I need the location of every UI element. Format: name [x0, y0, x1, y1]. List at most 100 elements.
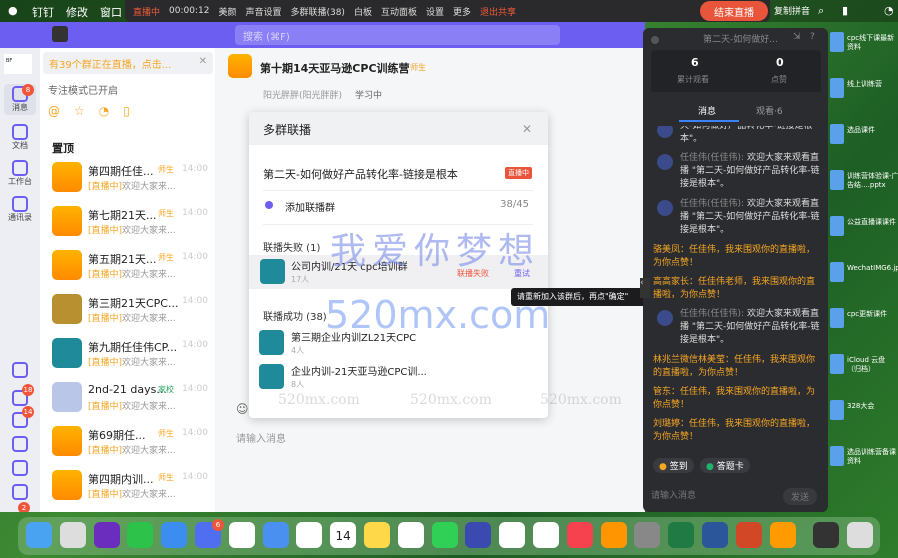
collapse-icon[interactable]: ⇲ — [793, 32, 801, 42]
toolbar-settings[interactable]: 设置 — [426, 5, 444, 18]
close-icon[interactable]: ✕ — [199, 56, 207, 67]
settings-icon[interactable] — [634, 522, 661, 548]
trash-icon[interactable] — [847, 522, 874, 548]
video-icon[interactable] — [769, 522, 796, 548]
conversation-item[interactable]: 第七期21天... 师生 14:00 [直播中]欢迎大家来... — [50, 204, 210, 248]
excel-icon[interactable] — [668, 522, 695, 548]
ding-icon[interactable]: 14 — [4, 406, 36, 428]
folder-icon[interactable] — [830, 32, 844, 52]
desktop-item[interactable]: 公益直播课课件 — [847, 218, 898, 227]
toolbar-interact[interactable]: 互动面板 — [381, 5, 417, 18]
desktop-item[interactable]: WechatIMG6.jpeg — [847, 264, 898, 273]
help-icon[interactable]: ? — [810, 32, 815, 42]
desktop-item[interactable]: 328大会 — [847, 402, 898, 411]
dingtalk-icon[interactable]: 6 — [195, 519, 224, 548]
finder-icon[interactable] — [26, 522, 52, 548]
safari-icon[interactable] — [161, 522, 188, 548]
folder-icon[interactable] — [830, 124, 844, 144]
toolbar-beauty[interactable]: 美颜 — [218, 5, 236, 18]
desktop-item[interactable]: iCloud 云盘（归档） — [847, 356, 898, 374]
toolbar-more[interactable]: 更多 — [453, 5, 471, 18]
checkin-button[interactable]: ● 签到 — [653, 458, 694, 473]
desktop-item[interactable]: 选品课件 — [847, 126, 898, 135]
toolbar-audio[interactable]: 声音设置 — [245, 5, 281, 18]
collapse-panel-handle[interactable]: ‹ — [640, 278, 650, 298]
filter-icons[interactable]: @☆◔▯ — [48, 104, 144, 118]
end-live-button[interactable]: 结束直播 — [700, 1, 768, 21]
folder-icon[interactable] — [830, 78, 844, 98]
conversation-item[interactable]: 第五期21天... 师生 14:00 [直播中]欢迎大家来... — [50, 248, 210, 292]
more-icon[interactable]: …2 — [4, 502, 36, 512]
close-icon[interactable]: ✕ — [522, 122, 532, 136]
desktop-item[interactable]: cpc更新课件 — [847, 310, 898, 319]
panel-message-input[interactable]: 请输入消息 — [651, 488, 696, 501]
numbers-icon[interactable] — [533, 522, 559, 548]
phone-icon[interactable] — [4, 460, 36, 476]
window-dot[interactable] — [651, 36, 659, 44]
conversation-item[interactable]: 第三期21天CPC... 14:00 [直播中]欢迎大家来... — [50, 292, 210, 336]
folder-icon[interactable] — [830, 262, 844, 282]
preview-icon[interactable] — [813, 522, 840, 548]
folder-icon[interactable] — [830, 216, 844, 236]
cloud-icon[interactable] — [465, 522, 492, 548]
search-icon[interactable]: ⌕ — [818, 4, 824, 18]
send-button[interactable]: 发送 — [783, 488, 818, 505]
conversation-item[interactable]: 第69期任... 师生 14:00 [直播中]欢迎大家来... — [50, 424, 210, 468]
notes-icon[interactable] — [364, 522, 390, 548]
quicktime-icon[interactable] — [397, 522, 424, 548]
folder-icon[interactable] — [830, 308, 844, 328]
launchpad-icon[interactable] — [59, 522, 86, 548]
emoji-icon[interactable]: ☺ — [236, 402, 249, 416]
books-icon[interactable] — [600, 522, 627, 548]
calendar-icon[interactable] — [4, 362, 36, 378]
message-input[interactable]: 请输入消息 — [236, 430, 286, 445]
folder-icon[interactable] — [830, 400, 844, 420]
control-center-icon[interactable]: ◔ — [884, 4, 894, 17]
battery-icon[interactable]: ▮ — [842, 4, 848, 17]
search-input[interactable]: 搜索 (⌘F) — [235, 25, 560, 45]
mail-icon[interactable] — [262, 522, 289, 548]
live-notice-banner[interactable]: 有39个群正在直播，点击... ✕ — [43, 52, 213, 74]
sidebar-item-workbench[interactable]: 工作台 — [4, 160, 36, 187]
folder-icon[interactable] — [830, 170, 844, 190]
chrome-icon[interactable] — [228, 522, 255, 548]
menu-window[interactable]: 窗口 — [100, 4, 122, 20]
music-icon[interactable] — [566, 522, 593, 548]
exit-share-button[interactable]: 退出共享 — [480, 5, 516, 18]
messages-icon[interactable] — [431, 522, 458, 548]
toolbar-multi-group[interactable]: 多群联播(38) — [290, 5, 344, 18]
tab-messages[interactable]: 消息 — [698, 104, 716, 117]
pages-icon[interactable] — [499, 522, 526, 548]
conversation-item[interactable]: 第九期任佳伟CP... 14:00 [直播中]欢迎大家来... — [50, 336, 210, 380]
desktop-item[interactable]: 训练营体验课-广告结....pptx — [847, 172, 898, 190]
folder-icon[interactable] — [4, 484, 36, 500]
mail-icon[interactable] — [4, 436, 36, 452]
todo-icon[interactable]: 18 — [4, 384, 36, 406]
input-method[interactable]: 复制拼音 — [774, 4, 810, 17]
success-group-row[interactable]: 企业内训-21天亚马逊CPC训... 8人 — [259, 360, 544, 394]
folder-icon[interactable] — [830, 354, 844, 374]
powerpoint-icon[interactable] — [735, 522, 762, 548]
apple-icon[interactable]: ● — [8, 4, 18, 17]
chat-title[interactable]: 第十期14天亚马逊CPC训练营 — [260, 60, 410, 76]
menu-dingtalk[interactable]: 钉钉 — [32, 4, 54, 20]
folder-icon[interactable] — [830, 446, 844, 466]
menu-edit[interactable]: 修改 — [66, 4, 88, 20]
sidebar-item-messages[interactable]: 消息 8 — [4, 84, 36, 115]
siri-icon[interactable] — [93, 522, 120, 548]
desktop-item[interactable]: 选品训练营备课资料 — [847, 448, 898, 466]
quiz-button[interactable]: ● 答题卡 — [700, 458, 750, 473]
conversation-item[interactable]: 第四期任佳... 师生 14:00 [直播中]欢迎大家来... — [50, 160, 210, 204]
desktop-item[interactable]: 线上训练营 — [847, 80, 898, 89]
sidebar-item-docs[interactable]: 文档 — [4, 124, 36, 151]
conversation-item[interactable]: 2nd-21 days... 家校 14:00 [直播中]欢迎大家来... — [50, 380, 210, 424]
calendar-icon[interactable]: 14 — [330, 522, 357, 548]
avatar[interactable] — [52, 26, 68, 42]
sidebar-item-contacts[interactable]: 通讯录 — [4, 196, 36, 223]
add-group-row[interactable]: 添加联播群 38/45 — [263, 196, 533, 218]
desktop-item[interactable]: cpc线下课最新资料 — [847, 34, 898, 52]
tab-viewers[interactable]: 观看·6 — [756, 104, 783, 117]
toolbar-whiteboard[interactable]: 白板 — [354, 5, 372, 18]
org-logo[interactable]: BF — [4, 54, 32, 74]
word-icon[interactable] — [702, 522, 728, 548]
